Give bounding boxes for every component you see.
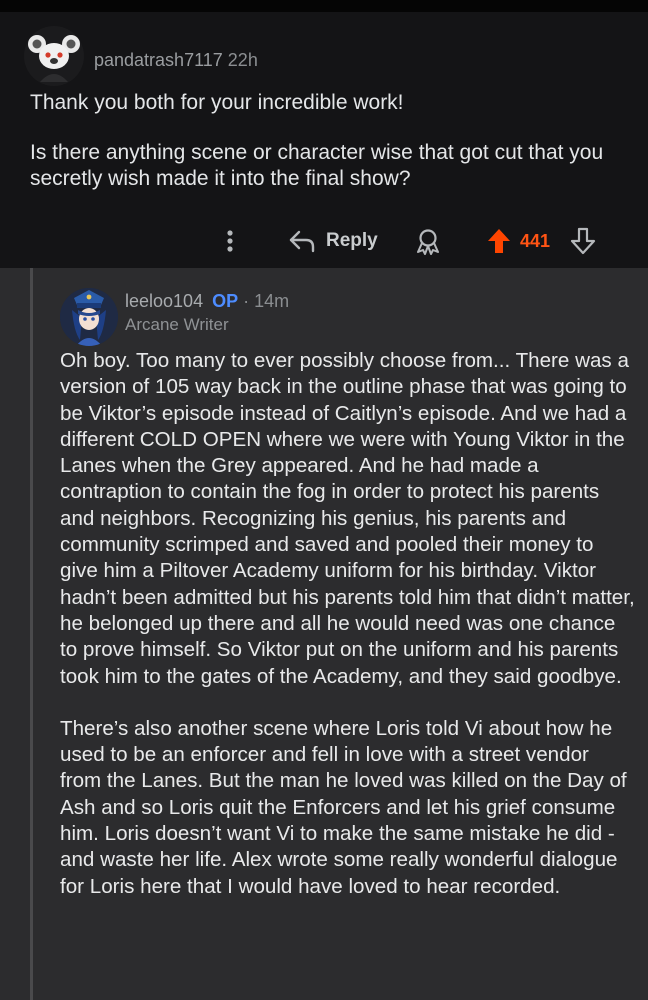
parent-meta: pandatrash7117 22h: [94, 50, 258, 71]
parent-username[interactable]: pandatrash7117: [94, 50, 223, 70]
parent-age: 22h: [227, 50, 258, 70]
vertical-dots-icon: [227, 230, 233, 252]
reply-button[interactable]: Reply: [288, 224, 378, 258]
parent-paragraph: Is there anything scene or character wis…: [30, 141, 604, 190]
reply-username[interactable]: leeloo104: [125, 291, 203, 311]
snoo-koala-avatar-icon[interactable]: [24, 26, 84, 86]
downvote-arrow-icon: [570, 227, 596, 255]
user-flair: Arcane Writer: [125, 315, 229, 334]
award-icon: [417, 229, 439, 255]
reply-label: Reply: [326, 230, 378, 251]
parent-action-bar: Reply 441: [0, 224, 648, 258]
caitlyn-avatar-icon[interactable]: [60, 288, 118, 346]
upvote-arrow-icon: [488, 229, 510, 253]
more-options-button[interactable]: [220, 224, 240, 258]
meta-separator: ·: [243, 291, 250, 311]
reply-arrow-icon: [289, 230, 315, 253]
op-badge: OP: [212, 291, 239, 311]
downvote-button[interactable]: [570, 224, 596, 258]
reply-comment: leeloo104 OP · 14m Arcane Writer Oh boy.…: [0, 268, 648, 1000]
parent-body: Thank you both for your incredible work!…: [30, 90, 630, 216]
reply-paragraph: There’s also another scene where Loris t…: [60, 716, 627, 898]
vote-score: 441: [520, 230, 551, 251]
reply-age: 14m: [254, 291, 290, 311]
reply-meta: leeloo104 OP · 14m: [125, 288, 289, 314]
reply-body: Oh boy. Too many to ever possibly choose…: [60, 348, 635, 926]
parent-comment: pandatrash7117 22h Thank you both for yo…: [0, 12, 648, 268]
award-button[interactable]: [414, 224, 442, 258]
thread-line[interactable]: [30, 268, 33, 1000]
upvote-button[interactable]: 441: [486, 224, 550, 258]
top-strip: [0, 0, 648, 12]
parent-paragraph: Thank you both for your incredible work!: [30, 91, 404, 114]
reply-paragraph: Oh boy. Too many to ever possibly choose…: [60, 349, 635, 688]
